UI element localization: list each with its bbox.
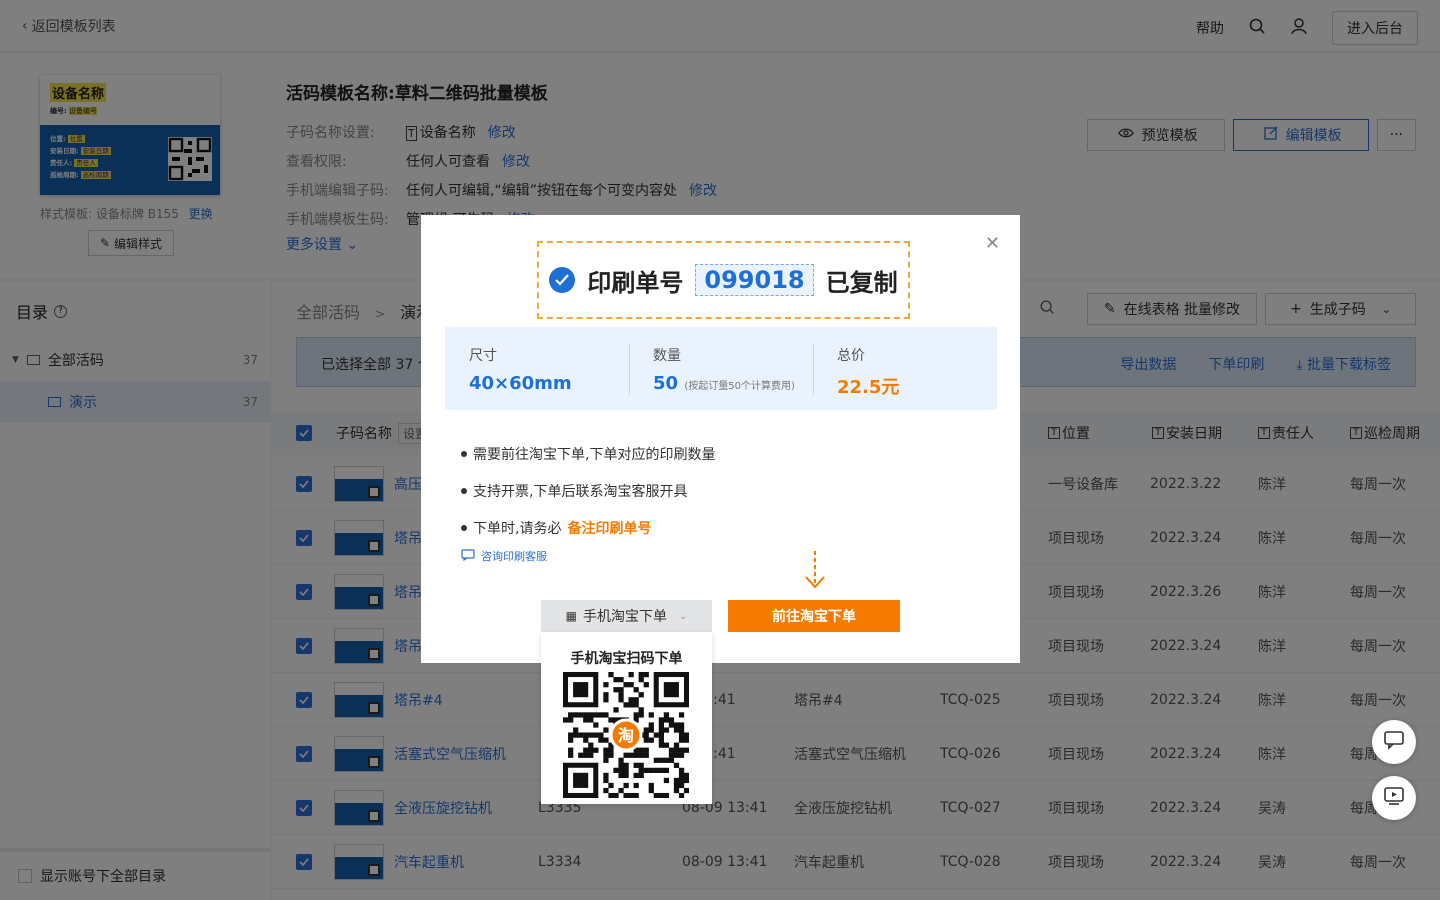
size-info: 尺寸 40×60mm (469, 348, 572, 394)
order-summary: 尺寸 40×60mm 数量 50 (按起订量50个计算费用) 总价 22.5元 (445, 327, 997, 410)
taobao-qr-code: 淘 (563, 672, 689, 798)
chat-icon (1383, 730, 1405, 754)
order-copied-banner: 印刷单号 099018 已复制 (537, 241, 910, 319)
price-info: 总价 22.5元 (837, 348, 900, 398)
instruction-item: 下单时,请务必 备注印刷单号 (461, 509, 715, 546)
print-order-modal: ✕ 印刷单号 099018 已复制 尺寸 40×60mm 数量 50 (按起订量… (421, 215, 1020, 663)
chevron-down-icon: ⌄ (678, 610, 688, 622)
taobao-qr-popup: 手机淘宝扫码下单 淘 (541, 632, 712, 804)
go-taobao-button[interactable]: 前往淘宝下单 (728, 600, 900, 632)
order-number[interactable]: 099018 (695, 264, 814, 296)
mobile-taobao-button[interactable]: ▦ 手机淘宝下单 ⌄ (541, 600, 712, 632)
feedback-button[interactable] (1372, 720, 1416, 764)
chat-icon (461, 548, 475, 564)
taobao-logo-text: 淘 (618, 726, 634, 745)
instructions: 需要前往淘宝下单,下单对应的印刷数量 支持开票,下单后联系淘宝客服开具 下单时,… (461, 435, 715, 546)
instruction-item: 支持开票,下单后联系淘宝客服开具 (461, 472, 715, 509)
instruction-item: 需要前往淘宝下单,下单对应的印刷数量 (461, 435, 715, 472)
video-help-button[interactable] (1372, 776, 1416, 820)
check-circle-icon (549, 267, 576, 293)
arrow-down-icon (803, 551, 827, 595)
close-icon[interactable]: ✕ (985, 233, 1000, 254)
quantity-info: 数量 50 (按起订量50个计算费用) (653, 348, 795, 394)
qr-code-icon: ▦ (565, 609, 577, 623)
consult-service-link[interactable]: 咨询印刷客服 (461, 548, 547, 564)
video-icon (1383, 786, 1405, 810)
